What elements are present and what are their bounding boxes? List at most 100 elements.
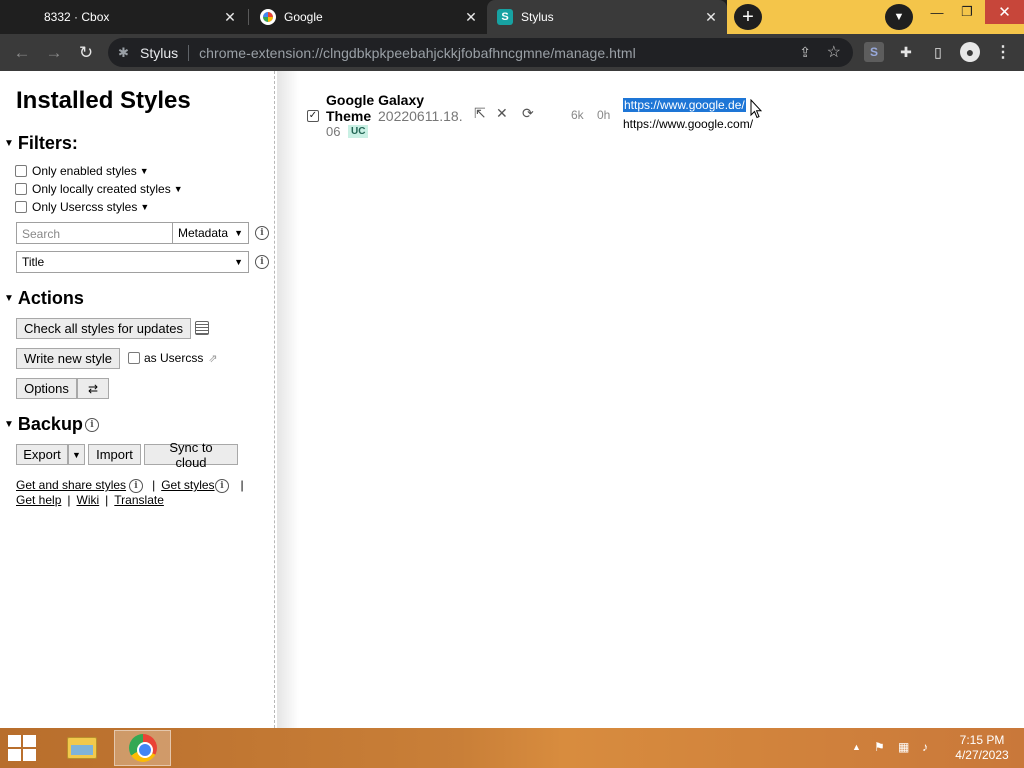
search-input[interactable]: Search [16, 222, 172, 244]
backup-heading[interactable]: ▼ Backup [4, 414, 83, 435]
close-tab-icon[interactable]: ✕ [703, 9, 719, 25]
clock-time: 7:15 PM [959, 733, 1005, 747]
import-button[interactable]: Import [88, 444, 141, 465]
actions-heading[interactable]: ▼ Actions [4, 288, 84, 309]
as-usercss-option[interactable]: as Usercss ⇗ [128, 351, 218, 365]
export-button[interactable]: Export [16, 444, 68, 465]
external-link-icon[interactable]: ⇗ [208, 352, 217, 365]
backup-heading-label: Backup [17, 414, 83, 434]
back-button[interactable]: ← [9, 40, 35, 66]
browser-toolbar: ← → ↻ ✱ Stylus chrome-extension://clngdb… [0, 34, 1024, 71]
page-title: Installed Styles [16, 87, 191, 114]
side-panel-icon[interactable]: ▯ [928, 42, 948, 62]
options-button[interactable]: Options [16, 378, 77, 399]
windows-start-icon[interactable] [7, 734, 37, 762]
forward-button[interactable]: → [41, 40, 67, 66]
window-minimize-button[interactable]: — [920, 0, 954, 24]
filter-usercss-checkbox[interactable] [15, 201, 27, 213]
style-entry[interactable]: ✓ Google Galaxy Theme 20220611.18. 06 UC… [300, 90, 1000, 150]
as-usercss-label: as Usercss [144, 351, 204, 365]
stylus-favicon-icon: S [497, 9, 513, 25]
filter-enabled-checkbox[interactable] [15, 165, 27, 177]
dropdown-arrow-icon[interactable]: ▼ [174, 184, 183, 194]
wiki-link[interactable]: Wiki [77, 493, 100, 507]
applies-to-url[interactable]: https://www.google.com/ [623, 117, 753, 131]
tab-cbox[interactable]: 8332 · Cbox ✕ [0, 0, 246, 34]
search-mode-value: Metadata [178, 226, 229, 240]
window-restore-button[interactable]: ❐ [950, 0, 984, 24]
address-bar[interactable]: ✱ Stylus chrome-extension://clngdbkpkpee… [108, 38, 853, 67]
chrome-taskbar-icon[interactable] [114, 730, 171, 766]
tab-search-button[interactable]: ▼ [885, 4, 913, 30]
chevron-down-icon: ▼ [234, 228, 243, 238]
folder-icon [66, 737, 97, 759]
filter-label: Only Usercss styles [32, 200, 138, 214]
windows-taskbar: ▲ ⚑ ▦ ♪ 7:15 PM 4/27/2023 [0, 728, 1024, 768]
tab-strip: 8332 · Cbox ✕ Google ✕ S Stylus ✕ + ▼ — … [0, 0, 1024, 34]
check-update-icon[interactable]: ⟳ [522, 105, 534, 122]
search-mode-select[interactable]: Metadata ▼ [172, 222, 249, 244]
actions-heading-label: Actions [17, 288, 84, 308]
backup-info-icon[interactable]: i [85, 418, 99, 432]
check-updates-button[interactable]: Check all styles for updates [16, 318, 191, 339]
filter-local-checkbox[interactable] [15, 183, 27, 195]
browser-menu-icon[interactable]: ⋮ [993, 42, 1013, 62]
file-explorer-icon[interactable] [59, 730, 104, 766]
extensions-puzzle-icon[interactable]: ✚ [896, 42, 916, 62]
new-tab-button[interactable]: + [734, 4, 762, 30]
style-version-cont: 06 [326, 124, 341, 139]
url-text[interactable]: chrome-extension://clngdbkpkpeebahjckkjf… [199, 45, 636, 61]
style-enabled-checkbox[interactable]: ✓ [307, 110, 319, 122]
dropdown-arrow-icon[interactable]: ▼ [140, 166, 149, 176]
start-pane [8, 735, 21, 747]
share-icon[interactable]: ⇪ [799, 44, 811, 61]
options-dock-icon[interactable]: ⇄ [77, 378, 109, 399]
export-dropdown-icon[interactable]: ▼ [68, 444, 85, 465]
tab-stylus[interactable]: S Stylus ✕ [487, 0, 727, 34]
links-row-2: Get help | Wiki | Translate [16, 493, 164, 507]
search-info-icon[interactable]: i [255, 226, 269, 240]
sync-to-cloud-button[interactable]: Sync to cloud [144, 440, 238, 470]
filter-local[interactable]: Only locally created styles ▼ [15, 181, 183, 197]
show-hidden-icons-icon[interactable]: ▲ [852, 742, 861, 752]
mouse-cursor-icon [750, 99, 762, 119]
filter-usercss[interactable]: Only Usercss styles ▼ [15, 199, 149, 215]
sort-info-icon[interactable]: i [255, 255, 269, 269]
omnibox-separator [188, 44, 190, 61]
get-help-link[interactable]: Get help [16, 493, 61, 507]
volume-muted-icon[interactable]: ♪ [922, 740, 928, 754]
update-check-list-icon[interactable] [195, 321, 209, 335]
as-usercss-checkbox[interactable] [128, 352, 140, 364]
profile-avatar-icon[interactable]: ● [960, 42, 980, 62]
chrome-logo-icon [128, 734, 157, 762]
write-new-style-button[interactable]: Write new style [16, 348, 120, 369]
filter-label: Only locally created styles [32, 182, 171, 196]
filter-enabled[interactable]: Only enabled styles ▼ [15, 163, 149, 179]
stylus-extension-icon[interactable]: S [864, 42, 884, 62]
link-separator: | [67, 493, 71, 507]
translate-link[interactable]: Translate [114, 493, 164, 507]
get-styles-info-icon[interactable]: i [215, 479, 229, 493]
close-tab-icon[interactable]: ✕ [222, 9, 238, 25]
expand-triangle-icon: ▼ [4, 138, 14, 149]
filters-heading[interactable]: ▼ Filters: [4, 133, 78, 154]
share-info-icon[interactable]: i [129, 479, 143, 493]
get-styles-link[interactable]: Get styles [161, 478, 214, 492]
window-close-button[interactable]: ✕ [985, 0, 1024, 24]
bookmark-star-icon[interactable]: ☆ [827, 42, 841, 62]
get-share-styles-link[interactable]: Get and share styles [16, 478, 126, 492]
dropdown-arrow-icon[interactable]: ▼ [140, 202, 149, 212]
delete-icon[interactable]: ✕ [496, 105, 508, 122]
system-clock[interactable]: 7:15 PM 4/27/2023 [944, 733, 1020, 763]
network-icon[interactable]: ▦ [898, 740, 909, 754]
sidebar-divider[interactable] [274, 71, 276, 728]
style-version: 20220611.18. [378, 108, 463, 124]
applies-to-url[interactable]: https://www.google.de/ [623, 98, 746, 112]
open-external-icon[interactable]: ⇱ [474, 105, 486, 122]
close-tab-icon[interactable]: ✕ [463, 9, 479, 25]
manager-sidebar: Installed Styles ▼ Filters: Only enabled… [0, 71, 275, 728]
reload-button[interactable]: ↻ [73, 40, 99, 66]
action-center-flag-icon[interactable]: ⚑ [874, 740, 885, 754]
sort-select[interactable]: Title ▼ [16, 251, 249, 273]
tab-google[interactable]: Google ✕ [250, 0, 487, 34]
